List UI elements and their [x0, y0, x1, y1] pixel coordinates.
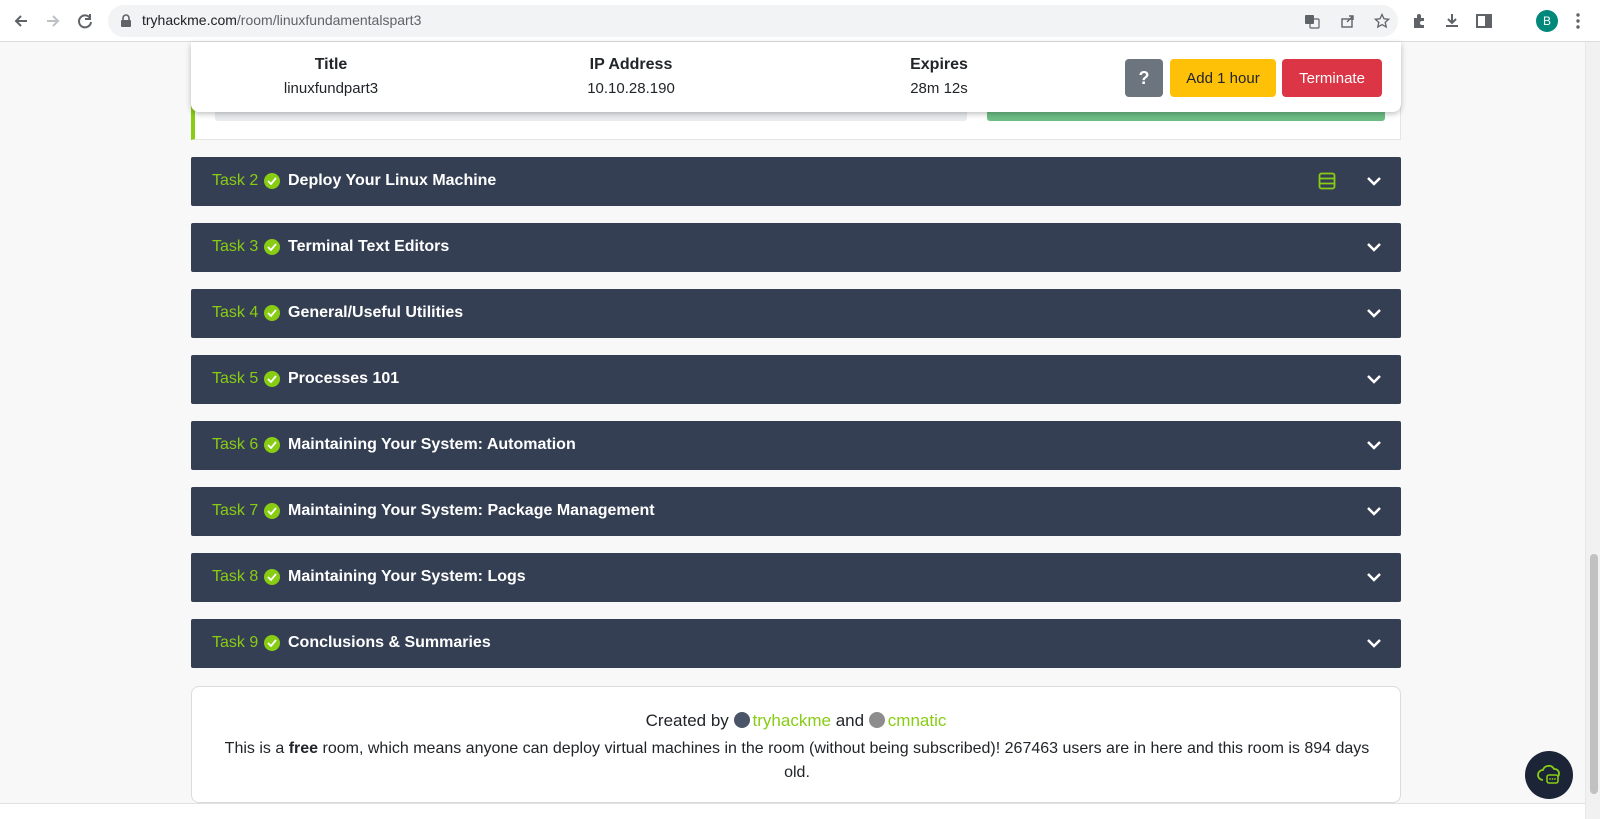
created-by-label: Created by: [645, 711, 729, 730]
task-title: Terminal Text Editors: [288, 238, 450, 255]
task-row-7[interactable]: Task 7 Maintaining Your System: Package …: [191, 487, 1401, 536]
created-by-line: Created by tryhackme and cmnatic: [192, 711, 1400, 731]
task-title: Maintaining Your System: Logs: [288, 568, 526, 585]
check-circle-icon: [264, 239, 280, 255]
tryhackme-avatar: [733, 712, 750, 728]
side-panel-icon[interactable]: [1474, 11, 1494, 31]
reload-icon[interactable]: [74, 10, 96, 32]
chevron-down-icon[interactable]: [1366, 371, 1382, 387]
chevron-down-icon[interactable]: [1366, 305, 1382, 321]
machine-info-bar: Title linuxfundpart3 IP Address 10.10.28…: [191, 42, 1401, 112]
cmnatic-avatar: [868, 712, 885, 728]
machine-title: Title linuxfundpart3: [241, 56, 421, 97]
machine-expires-label: Expires: [910, 56, 968, 73]
chevron-down-icon[interactable]: [1366, 173, 1382, 189]
page-bottom-edge: [0, 803, 1585, 819]
task-1-input-remnant: [215, 111, 967, 121]
task-row-5[interactable]: Task 5 Processes 101: [191, 355, 1401, 404]
address-bar[interactable]: tryhackme.com/room/linuxfundamentalspart…: [108, 5, 1398, 37]
download-icon[interactable]: [1442, 11, 1462, 31]
back-icon[interactable]: [10, 10, 32, 32]
machine-title-label: Title: [314, 56, 348, 73]
task-title: Conclusions & Summaries: [288, 634, 491, 651]
task-title: General/Useful Utilities: [288, 304, 464, 321]
chevron-down-icon[interactable]: [1366, 503, 1382, 519]
task-row-8[interactable]: Task 8 Maintaining Your System: Logs: [191, 553, 1401, 602]
check-circle-icon: [264, 569, 280, 585]
task-row-3[interactable]: Task 3 Terminal Text Editors: [191, 223, 1401, 272]
desc-free-bold: free: [288, 740, 319, 757]
task-title: Maintaining Your System: Package Managem…: [288, 502, 655, 519]
more-menu-icon[interactable]: [1568, 11, 1588, 31]
desc-text-post: room, which means anyone can deploy virt…: [322, 740, 1370, 781]
machine-title-value: linuxfundpart3: [283, 80, 379, 97]
check-circle-icon: [264, 503, 280, 519]
machine-expires-value: 28m 12s: [910, 80, 968, 97]
bookmark-star-icon[interactable]: [1374, 13, 1390, 29]
chevron-down-icon[interactable]: [1366, 569, 1382, 585]
task-number: Task 3: [212, 238, 259, 255]
translate-icon[interactable]: [1304, 13, 1320, 29]
machine-ip-label: IP Address: [589, 56, 673, 73]
browser-toolbar: tryhackme.com/room/linuxfundamentalspart…: [0, 0, 1600, 42]
add-hour-button[interactable]: Add 1 hour: [1170, 59, 1276, 97]
chat-support-button[interactable]: [1525, 751, 1573, 799]
task-number: Task 7: [212, 502, 259, 519]
task-number: Task 9: [212, 634, 259, 651]
author-link-tryhackme[interactable]: tryhackme: [753, 711, 831, 730]
check-circle-icon: [264, 635, 280, 651]
terminate-button[interactable]: Terminate: [1282, 59, 1382, 97]
scrollbar-thumb[interactable]: [1590, 554, 1598, 794]
desc-text-pre: This is a: [224, 740, 285, 757]
chat-cloud-icon: [1537, 764, 1560, 784]
profile-avatar[interactable]: B: [1536, 10, 1558, 32]
task-number: Task 2: [212, 172, 259, 189]
author-link-cmnatic[interactable]: cmnatic: [888, 711, 947, 730]
check-circle-icon: [264, 173, 280, 189]
machine-ip: IP Address 10.10.28.190: [541, 56, 721, 97]
help-button[interactable]: ?: [1125, 59, 1163, 97]
url-text[interactable]: tryhackme.com/room/linuxfundamentalspart…: [142, 12, 421, 28]
extensions-icon[interactable]: [1410, 11, 1430, 31]
task-row-6[interactable]: Task 6 Maintaining Your System: Automati…: [191, 421, 1401, 470]
task-title: Processes 101: [288, 370, 400, 387]
forward-icon[interactable]: [42, 10, 64, 32]
check-circle-icon: [264, 371, 280, 387]
and-text: and: [835, 711, 865, 730]
machine-expires: Expires 28m 12s: [849, 56, 1029, 97]
task-row-4[interactable]: Task 4 General/Useful Utilities: [191, 289, 1401, 338]
task-row-2[interactable]: Task 2 Deploy Your Linux Machine: [191, 157, 1401, 206]
task-1-button-remnant: [987, 111, 1385, 121]
static-site-icon[interactable]: [1318, 172, 1336, 190]
task-number: Task 5: [212, 370, 259, 387]
check-circle-icon: [264, 305, 280, 321]
room-description: This is a free room, which means anyone …: [212, 737, 1382, 785]
chevron-down-icon[interactable]: [1366, 635, 1382, 651]
lock-icon[interactable]: [118, 13, 134, 29]
scrollbar[interactable]: [1585, 42, 1600, 819]
task-number: Task 8: [212, 568, 259, 585]
chevron-down-icon[interactable]: [1366, 239, 1382, 255]
task-title: Deploy Your Linux Machine: [288, 172, 497, 189]
machine-ip-value[interactable]: 10.10.28.190: [541, 80, 721, 97]
chevron-down-icon[interactable]: [1366, 437, 1382, 453]
room-info-card: Created by tryhackme and cmnatic This is…: [191, 686, 1401, 803]
task-row-9[interactable]: Task 9 Conclusions & Summaries: [191, 619, 1401, 668]
task-number: Task 4: [212, 304, 259, 321]
task-number: Task 6: [212, 436, 259, 453]
share-icon[interactable]: [1340, 13, 1356, 29]
task-title: Maintaining Your System: Automation: [288, 436, 576, 453]
check-circle-icon: [264, 437, 280, 453]
